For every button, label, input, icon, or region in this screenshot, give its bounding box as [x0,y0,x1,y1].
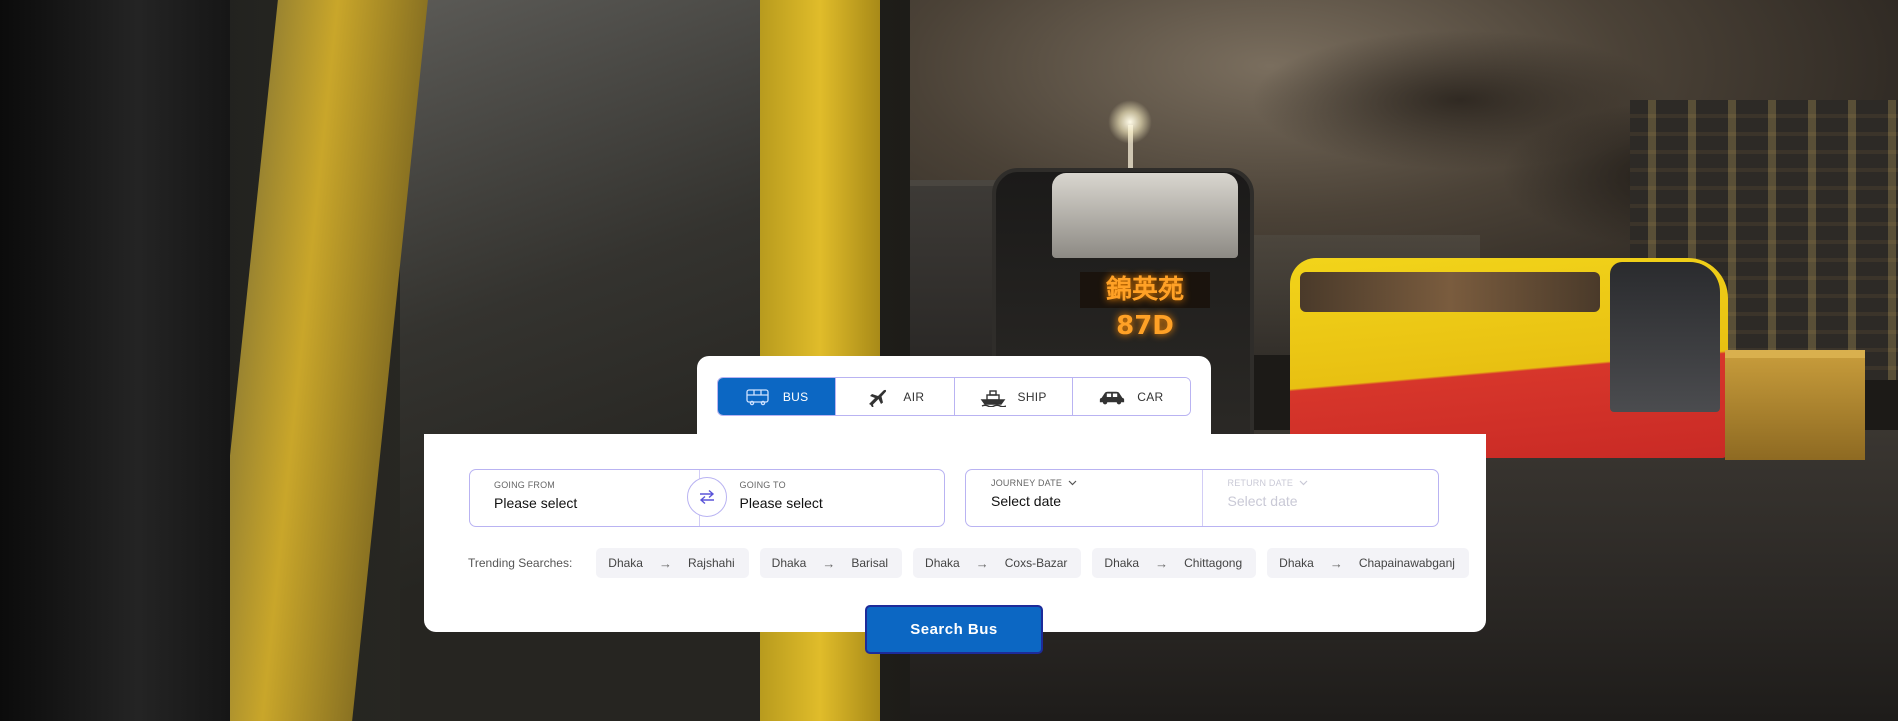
trending-searches: Trending Searches: Dhaka → Rajshahi Dhak… [468,548,1480,578]
chip-from: Dhaka [608,556,643,570]
search-bus-button[interactable]: Search Bus [865,605,1043,654]
tab-label: AIR [903,389,925,404]
arrow-right-icon: → [1155,555,1169,571]
trending-chip[interactable]: Dhaka → Rajshahi [596,548,749,578]
car-icon [1100,391,1125,404]
chip-to: Chapainawabganj [1358,556,1455,570]
chip-from: Dhaka [925,556,960,570]
trending-label: Trending Searches: [468,556,573,570]
chip-from: Dhaka [1104,556,1140,570]
tab-label: SHIP [1017,389,1047,404]
arrow-right-icon: → [658,555,672,571]
ship-icon [980,389,1006,407]
tab-label: CAR [1137,389,1164,404]
chip-to: Coxs-Bazar [1004,556,1068,570]
transport-mode-tabs: BUS AIR SHIP CAR [717,377,1191,416]
tab-label: BUS [782,389,809,404]
tab-ship[interactable]: SHIP [954,378,1073,415]
going-from-value: Please select [494,495,578,511]
chevron-down-icon [1068,480,1077,486]
tab-car[interactable]: CAR [1072,378,1190,415]
chip-from: Dhaka [771,556,807,570]
return-date-label: RETURN DATE [1227,478,1294,488]
going-to-field[interactable]: GOING TO Please select [698,470,945,526]
search-card [424,434,1486,632]
going-from-label: GOING FROM [494,480,555,490]
journey-date-field[interactable]: JOURNEY DATE Select date [966,470,1202,526]
kiosk [1725,350,1865,460]
trending-chip[interactable]: Dhaka → Barisal [759,548,903,578]
arrow-right-icon: → [822,555,836,571]
tab-air[interactable]: AIR [836,378,955,415]
journey-date-label: JOURNEY DATE [991,478,1063,488]
chip-to: Chittagong [1184,556,1243,570]
going-to-label: GOING TO [739,480,786,490]
arrow-right-icon: → [975,555,989,571]
chip-to: Barisal [851,556,889,570]
trending-chip[interactable]: Dhaka → Coxs-Bazar [913,548,1082,578]
going-from-field[interactable]: GOING FROM Please select [470,470,699,526]
airplane-icon [869,389,887,407]
return-date-value: Select date [1227,493,1298,509]
swap-icon [699,489,715,505]
date-selector: JOURNEY DATE Select date RETURN DATE Sel… [965,469,1439,527]
arrow-right-icon: → [1329,555,1343,571]
bus-icon [746,388,769,405]
going-to-value: Please select [739,495,823,511]
journey-date-value: Select date [991,493,1062,509]
chip-from: Dhaka [1279,556,1314,570]
chevron-down-icon [1299,480,1308,486]
return-date-field[interactable]: RETURN DATE Select date [1201,470,1439,526]
trending-chip[interactable]: Dhaka → Chapainawabganj [1267,548,1469,578]
bus-destination-sign: 錦英苑 87D [1080,272,1210,341]
street-lamp [1108,100,1152,144]
chip-to: Rajshahi [687,556,735,570]
trending-chip[interactable]: Dhaka → Chittagong [1092,548,1257,578]
swap-route-button[interactable] [687,477,727,517]
tab-bus[interactable]: BUS [718,378,837,415]
